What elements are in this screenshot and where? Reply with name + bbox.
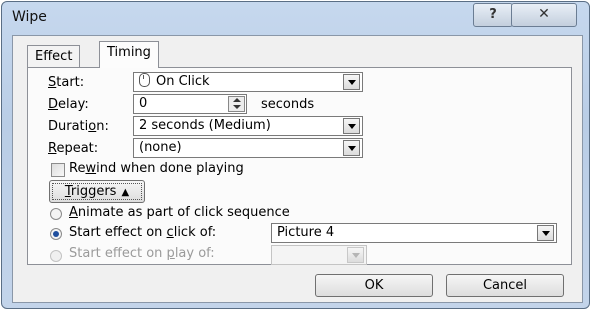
start-value: On Click (156, 74, 210, 89)
repeat-label: Repeat: (48, 141, 99, 156)
ok-button[interactable]: OK (315, 274, 433, 297)
start-on-click-radio[interactable] (50, 228, 62, 240)
delay-unit: seconds (261, 97, 315, 112)
title-bar: Wipe ? ✕ (2, 2, 589, 34)
rewind-label: Rewind when done playing (69, 161, 244, 176)
help-button[interactable]: ? (473, 3, 513, 27)
triggers-button[interactable]: Triggers ▲ (49, 180, 145, 203)
delay-label: Delay: (48, 97, 89, 112)
tab-effect[interactable]: Effect (27, 45, 81, 67)
click-object-value: Picture 4 (277, 225, 335, 240)
spinner-arrows-icon[interactable] (228, 96, 245, 112)
dialog-window: Wipe ? ✕ Effect Timing Start: On Click D… (1, 1, 590, 309)
dialog-client: Effect Timing Start: On Click Delay: 0 s… (12, 35, 583, 303)
animate-sequence-label: Animate as part of click sequence (69, 205, 290, 220)
repeat-dropdown[interactable]: (none) (133, 138, 363, 158)
tab-timing[interactable]: Timing (99, 41, 159, 68)
start-on-play-radio[interactable] (50, 250, 62, 262)
rewind-checkbox[interactable] (51, 163, 65, 177)
play-object-dropdown[interactable] (271, 245, 367, 265)
delay-value: 0 (139, 96, 148, 111)
duration-value: 2 seconds (Medium) (139, 118, 271, 133)
repeat-value: (none) (139, 140, 182, 155)
chevron-down-icon[interactable] (343, 74, 360, 90)
duration-label: Duration: (48, 119, 109, 134)
duration-dropdown[interactable]: 2 seconds (Medium) (133, 116, 363, 136)
close-icon: ✕ (538, 6, 550, 22)
start-on-click-label: Start effect on click of: (69, 225, 217, 240)
start-label: Start: (48, 75, 85, 90)
start-on-play-label: Start effect on play of: (69, 246, 215, 261)
chevron-down-icon[interactable] (343, 140, 360, 156)
start-dropdown[interactable]: On Click (133, 72, 363, 92)
chevron-down-icon[interactable] (343, 118, 360, 134)
timing-panel: Start: On Click Delay: 0 seconds Duratio… (27, 67, 572, 265)
close-button[interactable]: ✕ (511, 3, 577, 27)
chevron-down-icon[interactable] (537, 225, 554, 241)
dialog-title: Wipe (12, 9, 47, 25)
chevron-up-icon: ▲ (121, 187, 130, 198)
mouse-icon (139, 73, 150, 87)
cancel-button[interactable]: Cancel (446, 274, 564, 297)
click-object-dropdown[interactable]: Picture 4 (271, 223, 557, 243)
delay-spinner[interactable]: 0 (133, 94, 247, 114)
animate-sequence-radio[interactable] (50, 208, 62, 220)
chevron-down-icon[interactable] (347, 247, 364, 263)
